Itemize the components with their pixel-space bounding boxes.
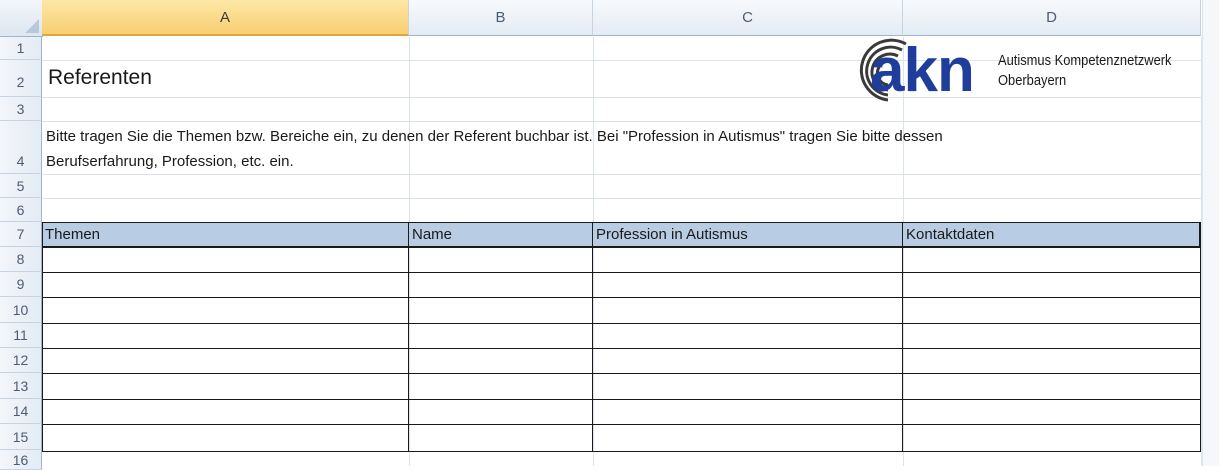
row-header-1[interactable]: 1 — [0, 37, 42, 60]
table-border — [42, 348, 1201, 349]
column-header-bar: A B C D — [0, 0, 1219, 37]
akn-logo: akn Autismus Kompetenznetzwerk Oberbayer… — [848, 38, 1198, 104]
table-border — [592, 222, 593, 452]
row-header-13[interactable]: 13 — [0, 373, 42, 399]
row-number: 15 — [12, 429, 29, 445]
row-header-10[interactable]: 10 — [0, 297, 42, 323]
row-header-3[interactable]: 3 — [0, 97, 42, 121]
table-border — [408, 222, 409, 452]
gridline — [42, 198, 1203, 199]
gridline — [42, 174, 1203, 175]
instruction-text-line-2[interactable]: Berufserfahrung, Profession, etc. ein. — [46, 153, 294, 170]
table-header-profession[interactable]: Profession in Autismus — [596, 222, 748, 247]
row-header-11[interactable]: 11 — [0, 323, 42, 348]
row-number: 10 — [12, 302, 29, 318]
row-number: 5 — [16, 178, 25, 194]
table-border — [42, 323, 1201, 324]
row-header-16[interactable]: 16 — [0, 450, 42, 470]
table-header-kontaktdaten[interactable]: Kontaktdaten — [906, 222, 994, 247]
table-border — [42, 247, 1201, 248]
row-header-2[interactable]: 2 — [0, 60, 42, 97]
table-border — [42, 272, 1201, 273]
row-number: 3 — [16, 101, 25, 117]
row-number: 12 — [12, 352, 29, 368]
column-header-b[interactable]: B — [409, 0, 593, 36]
row-number: 14 — [12, 403, 29, 419]
table-border — [902, 222, 903, 452]
table-header-themen[interactable]: Themen — [45, 222, 100, 247]
row-header-14[interactable]: 14 — [0, 399, 42, 424]
row-number: 6 — [16, 202, 25, 218]
page-title[interactable]: Referenten — [48, 66, 152, 90]
table-border — [42, 451, 1201, 452]
row-number: 11 — [13, 327, 28, 343]
row-header-12[interactable]: 12 — [0, 348, 42, 373]
row-number: 7 — [16, 226, 25, 242]
row-header-15[interactable]: 15 — [0, 424, 42, 450]
table-header-name[interactable]: Name — [412, 222, 452, 247]
row-header-9[interactable]: 9 — [0, 272, 42, 297]
gridline — [409, 37, 410, 466]
column-header-a[interactable]: A — [42, 0, 409, 36]
table-border — [42, 222, 43, 452]
row-header-7[interactable]: 7 — [0, 222, 42, 247]
row-number: 16 — [12, 452, 29, 468]
table-border — [42, 297, 1201, 298]
gridline — [593, 37, 594, 466]
logo-tagline-1: Autismus Kompetenznetzwerk — [998, 52, 1172, 69]
select-all-button[interactable] — [0, 0, 43, 37]
gridline — [42, 121, 1203, 122]
row-header-4[interactable]: 4 — [0, 121, 42, 174]
row-number: 1 — [16, 40, 25, 56]
table-border — [42, 222, 1201, 223]
spreadsheet[interactable]: A B C D 1 2 3 4 5 6 7 8 9 10 11 12 13 14… — [0, 0, 1219, 470]
table-border — [42, 424, 1201, 425]
table-border — [42, 399, 1201, 400]
column-header-c[interactable]: C — [593, 0, 903, 36]
row-header-6[interactable]: 6 — [0, 198, 42, 222]
logo-wordmark: akn — [870, 36, 975, 105]
row-header-5[interactable]: 5 — [0, 174, 42, 198]
instruction-text-line-1[interactable]: Bitte tragen Sie die Themen bzw. Bereich… — [46, 128, 943, 145]
row-header-8[interactable]: 8 — [0, 247, 42, 272]
vertical-scrollbar[interactable] — [1202, 0, 1219, 466]
table-border — [1200, 222, 1201, 452]
table-border — [42, 373, 1201, 374]
logo-tagline-2: Oberbayern — [998, 72, 1067, 89]
row-number: 9 — [16, 276, 25, 292]
column-header-d[interactable]: D — [903, 0, 1201, 36]
select-all-triangle-icon — [25, 19, 39, 33]
row-number: 13 — [12, 378, 29, 394]
row-number: 8 — [16, 251, 25, 267]
